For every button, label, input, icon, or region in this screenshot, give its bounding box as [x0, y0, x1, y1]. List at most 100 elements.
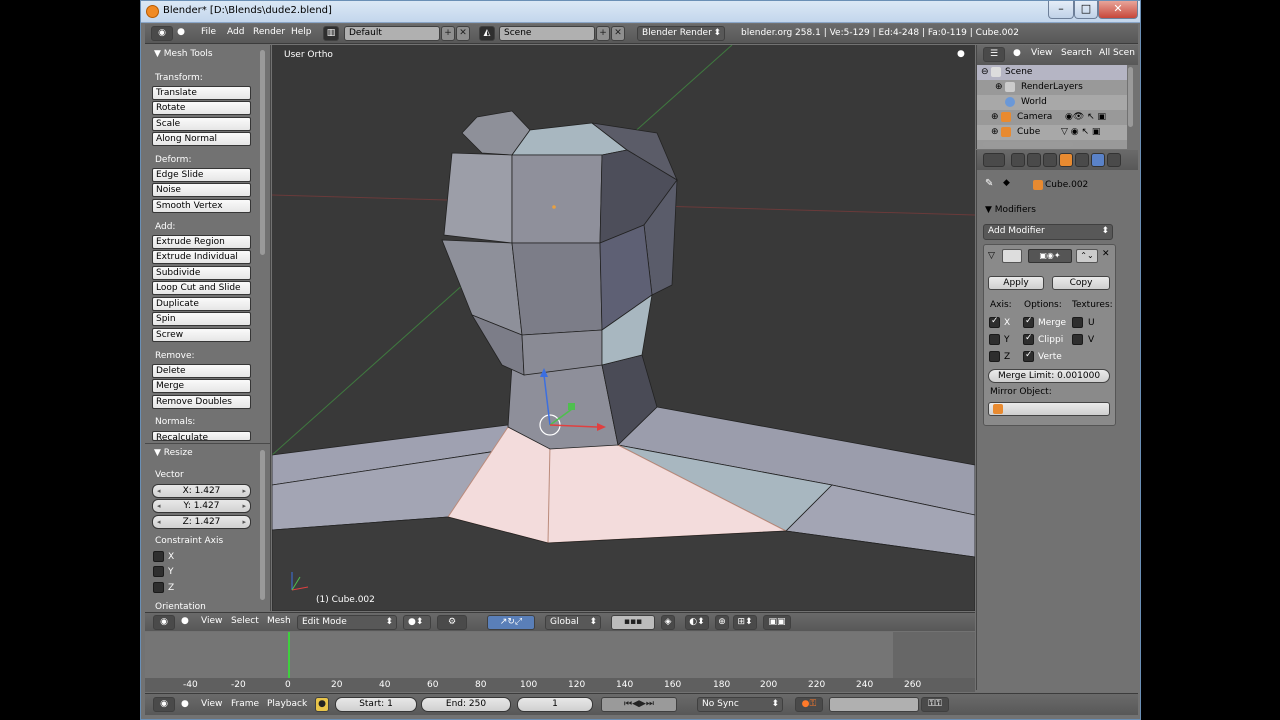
duplicate-button[interactable]: Duplicate [152, 297, 251, 311]
toolshelf-scrollbar[interactable] [260, 50, 265, 255]
translate-button[interactable]: Translate [152, 86, 251, 100]
visibility-icons[interactable]: ◉👁 ↖ ▣ [1065, 110, 1106, 125]
pin-icon[interactable]: ✎ [985, 178, 993, 189]
shading-select[interactable]: ●⬍ [403, 615, 431, 630]
pivot-icon[interactable]: ⚙ [437, 615, 467, 630]
keying-icon[interactable]: ●⚿ [795, 697, 823, 712]
maximize-button[interactable]: □ [1074, 1, 1098, 19]
collapse-icon[interactable]: ● [181, 699, 189, 709]
keying-set-field[interactable] [829, 697, 919, 712]
expand-icon[interactable]: ⊕ [991, 125, 999, 140]
menu-view[interactable]: View [201, 616, 222, 626]
layer-buttons[interactable]: ▪▪▪ [611, 615, 655, 630]
extrude-individual-button[interactable]: Extrude Individual [152, 250, 251, 264]
remove-scene-icon[interactable]: ✕ [611, 26, 625, 41]
scale-button[interactable]: Scale [152, 117, 251, 131]
modifier-visibility-icons[interactable]: ▣◉✦ [1028, 249, 1072, 263]
spin-button[interactable]: Spin [152, 312, 251, 326]
menu-frame[interactable]: Frame [231, 699, 259, 709]
add-layout-icon[interactable]: + [441, 26, 455, 41]
menu-select[interactable]: Select [231, 616, 259, 626]
remove-layout-icon[interactable]: ✕ [456, 26, 470, 41]
add-scene-icon[interactable]: + [596, 26, 610, 41]
apply-button[interactable]: Apply [988, 276, 1044, 290]
editor-type-icon[interactable]: ◉ [151, 26, 173, 41]
axis-x-checkbox[interactable] [989, 316, 1000, 328]
outliner-row-world[interactable]: World [977, 95, 1127, 110]
current-frame-field[interactable]: 1 [517, 697, 593, 712]
render-icon[interactable]: ▣▣ [763, 615, 791, 630]
constraint-y-checkbox[interactable] [153, 566, 164, 577]
insert-keyframe-icon[interactable]: ⚿⚿ [921, 697, 949, 712]
recalculate-button[interactable]: Recalculate [152, 431, 251, 443]
loop-cut-button[interactable]: Loop Cut and Slide [152, 281, 251, 295]
render-tab-icon[interactable] [1011, 153, 1025, 167]
smooth-vertex-button[interactable]: Smooth Vertex [152, 199, 251, 213]
texture-u-checkbox[interactable] [1072, 317, 1083, 328]
merge-limit-field[interactable]: Merge Limit: 0.001000 [988, 369, 1110, 383]
resize-panel-header[interactable]: ▼ Resize [148, 448, 193, 462]
menu-help[interactable]: Help [291, 27, 312, 37]
menu-file[interactable]: File [201, 27, 216, 37]
menu-view[interactable]: View [1031, 48, 1052, 58]
extrude-region-button[interactable]: Extrude Region [152, 235, 251, 249]
outliner-row-scene[interactable]: ⊖ Scene [977, 65, 1127, 80]
outliner-row-cube[interactable]: ⊕ Cube ▽ ◉ ↖ ▣ [977, 125, 1127, 140]
outliner-scrollbar[interactable] [1128, 67, 1133, 127]
editor-type-icon[interactable] [983, 153, 1005, 167]
delete-button[interactable]: Delete [152, 364, 251, 378]
playback-controls[interactable]: ⏮◀▶⏭ [601, 697, 677, 712]
add-modifier-select[interactable]: Add Modifier ⬍ [983, 224, 1113, 240]
data-tab-icon[interactable] [1107, 153, 1121, 167]
mirror-object-field[interactable] [988, 402, 1110, 416]
world-tab-icon[interactable] [1043, 153, 1057, 167]
outliner-row-camera[interactable]: ⊕ Camera ◉👁 ↖ ▣ [977, 110, 1127, 125]
screen-layout-icon[interactable]: ▥ [323, 26, 339, 41]
screen-layout-field[interactable]: Default [344, 26, 440, 41]
mode-select[interactable]: Edit Mode ⬍ [297, 615, 397, 630]
constraint-x-checkbox[interactable] [153, 551, 164, 562]
start-frame-field[interactable]: Start: 1 [335, 697, 417, 712]
remove-modifier-icon[interactable]: ✕ [1102, 249, 1110, 259]
timeline-area[interactable]: -40 -20 0 20 40 60 80 100 120 140 160 18… [145, 632, 975, 692]
proportional-edit-icon[interactable]: ◐⬍ [685, 615, 709, 630]
menu-add[interactable]: Add [227, 27, 244, 37]
copy-button[interactable]: Copy [1052, 276, 1110, 290]
snap-target-icon[interactable]: ⊞⬍ [733, 615, 757, 630]
constraints-tab-icon[interactable] [1075, 153, 1089, 167]
scene-field[interactable]: Scene [499, 26, 595, 41]
edge-slide-button[interactable]: Edge Slide [152, 168, 251, 182]
manipulator-icons[interactable]: ↗↻⤢ [487, 615, 535, 630]
resize-scrollbar[interactable] [260, 450, 265, 600]
menu-view[interactable]: View [201, 699, 222, 709]
editor-type-icon[interactable]: ◉ [153, 697, 175, 712]
close-button[interactable]: ✕ [1098, 1, 1138, 19]
editor-type-icon[interactable]: ◉ [153, 615, 175, 630]
axis-y-checkbox[interactable] [989, 334, 1000, 345]
vertex-groups-checkbox[interactable] [1023, 350, 1034, 362]
menu-search[interactable]: Search [1061, 48, 1092, 58]
collapse-icon[interactable]: ● [181, 616, 189, 626]
merge-checkbox[interactable] [1023, 316, 1034, 328]
select-mode-icon[interactable]: ◈ [661, 615, 675, 630]
outliner-row-renderlayers[interactable]: ⊕ RenderLayers [977, 80, 1127, 95]
clipping-checkbox[interactable] [1023, 333, 1034, 345]
current-frame-marker[interactable] [288, 632, 290, 678]
timeline-ruler[interactable]: -40 -20 0 20 40 60 80 100 120 140 160 18… [145, 678, 975, 692]
end-frame-field[interactable]: End: 250 [421, 697, 511, 712]
menu-mesh[interactable]: Mesh [267, 616, 291, 626]
axis-z-checkbox[interactable] [989, 351, 1000, 362]
outliner-hscrollbar[interactable] [983, 142, 1073, 147]
vector-z-field[interactable]: ◂ Z: 1.427 ▸ [152, 515, 251, 529]
object-tab-icon[interactable] [1059, 153, 1073, 167]
3d-viewport[interactable]: User Ortho (1) Cube.002 ● [272, 45, 975, 611]
viewport-corner-icon[interactable]: ● [957, 49, 965, 59]
mesh-tools-header[interactable]: ▼ Mesh Tools [148, 49, 213, 63]
texture-v-checkbox[interactable] [1072, 334, 1083, 345]
sync-select[interactable]: No Sync ⬍ [697, 697, 783, 712]
snap-icon[interactable]: ⊕ [715, 615, 729, 630]
modifiers-header[interactable]: ▼ Modifiers [985, 205, 1036, 215]
display-mode-select[interactable]: All Scen [1099, 48, 1135, 58]
editor-type-icon[interactable]: ☰ [983, 47, 1005, 62]
orientation-select[interactable]: Global ⬍ [545, 615, 601, 630]
